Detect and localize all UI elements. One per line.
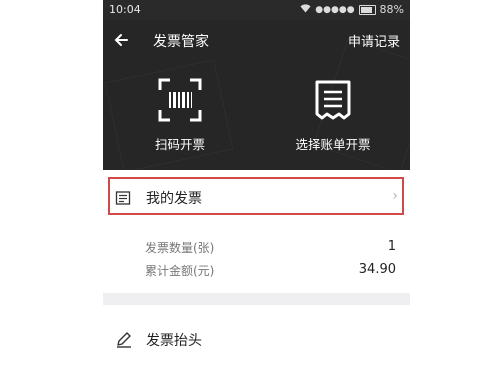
pen-icon xyxy=(117,332,131,348)
select-bill-button[interactable]: 选择账单开票 xyxy=(278,78,388,158)
invoice-count-value: 1 xyxy=(387,239,396,254)
chevron-right-icon: › xyxy=(392,188,398,204)
status-time: 10:04 xyxy=(109,3,141,16)
invoice-count-label: 发票数量(张) xyxy=(145,241,215,255)
total-amount-value: 34.90 xyxy=(358,262,396,277)
scan-invoice-button[interactable]: 扫码开票 xyxy=(125,78,235,158)
my-invoices-label: 我的发票 xyxy=(146,191,202,207)
battery-icon xyxy=(358,4,376,15)
receipt-icon xyxy=(315,80,351,120)
battery-percent: 88% xyxy=(379,3,404,16)
invoice-stats: 发票数量(张) 1 累计金额(元) 34.90 xyxy=(103,225,410,293)
phone-screen: 10:04 ●●●●● 88% 发票管家 申请记录 扫码开票 选择账单开票 我的… xyxy=(103,0,410,370)
signal-icon: ●●●●● xyxy=(315,4,355,15)
total-amount-label: 累计金额(元) xyxy=(145,264,215,278)
barcode-scan-icon xyxy=(158,78,202,122)
wifi-icon xyxy=(300,3,311,16)
invoice-header-label: 发票抬头 xyxy=(146,333,202,349)
apply-record-link[interactable]: 申请记录 xyxy=(348,31,400,50)
invoice-header-row[interactable]: 发票抬头 xyxy=(103,305,410,370)
page-title: 发票管家 xyxy=(153,34,209,50)
back-arrow-icon[interactable] xyxy=(113,26,131,54)
status-bar: 10:04 ●●●●● 88% xyxy=(103,0,410,20)
my-invoices-row[interactable]: 我的发票 › xyxy=(103,170,410,225)
status-right: ●●●●● 88% xyxy=(300,3,404,16)
scan-invoice-label: 扫码开票 xyxy=(154,137,205,152)
section-divider xyxy=(103,293,410,305)
invoice-list-icon xyxy=(115,191,131,205)
select-bill-label: 选择账单开票 xyxy=(295,137,371,152)
header-banner: 发票管家 申请记录 扫码开票 选择账单开票 xyxy=(103,20,410,174)
